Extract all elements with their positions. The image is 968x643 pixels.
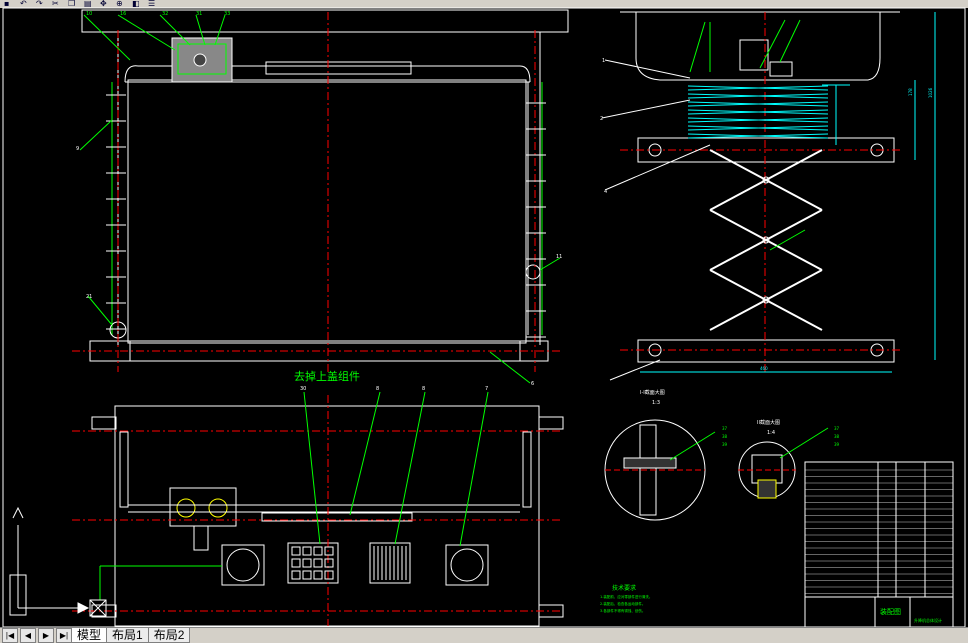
keypad-key bbox=[291, 558, 301, 568]
front-view bbox=[72, 9, 569, 375]
balloon-7: 7 bbox=[485, 386, 488, 392]
tab-model[interactable]: 模型 bbox=[71, 628, 108, 643]
detail-2-title: II截面大图 bbox=[757, 419, 780, 426]
dim-side-height: 1026 bbox=[928, 87, 933, 98]
next-tab-button[interactable]: ▶ bbox=[38, 628, 54, 643]
first-tab-button[interactable]: |◀ bbox=[2, 628, 18, 643]
balloon-31: 31 bbox=[196, 11, 202, 17]
front-leaders bbox=[79, 14, 561, 384]
balloon-1: 1 bbox=[602, 58, 605, 64]
dim-side-width: 460 bbox=[760, 366, 768, 371]
detail-balloon-c: 39 bbox=[722, 442, 728, 447]
plan-leaders bbox=[99, 391, 489, 600]
balloon-30: 30 bbox=[300, 386, 306, 392]
detail-view-2 bbox=[738, 427, 829, 499]
tech-requirements-title: 技术要求 bbox=[612, 584, 636, 592]
dim-side-top: 178 bbox=[908, 88, 913, 96]
keypad-key bbox=[313, 558, 323, 568]
balloon-6: 6 bbox=[531, 381, 534, 387]
bellows bbox=[687, 85, 829, 139]
keypad-key bbox=[313, 546, 323, 556]
balloon-11: 11 bbox=[556, 254, 562, 260]
balloon-16: 16 bbox=[120, 11, 126, 17]
balloon-21: 21 bbox=[86, 294, 92, 300]
tech-requirement-2: 2.装配后，检查各运动部件。 bbox=[600, 601, 645, 606]
balloon-4: 4 bbox=[604, 189, 607, 195]
last-tab-button[interactable]: ▶| bbox=[56, 628, 72, 643]
keypad-key bbox=[324, 570, 334, 580]
detail-balloon-b: 38 bbox=[722, 434, 728, 439]
annotation-remove-cover: 去掉上盖组件 bbox=[294, 369, 360, 383]
balloon-2: 2 bbox=[600, 116, 603, 122]
scissor-arms bbox=[709, 149, 823, 331]
tech-requirement-1: 1.装配前，应对零部件进行清洗。 bbox=[600, 594, 652, 599]
prev-tab-button[interactable]: ◀ bbox=[20, 628, 36, 643]
ucs-icon bbox=[9, 506, 107, 617]
keypad-grid bbox=[291, 546, 407, 580]
tab-layout1[interactable]: 布局1 bbox=[106, 628, 149, 643]
chain-links bbox=[106, 94, 546, 338]
title-block-subtitle: 升降机总体设计 bbox=[914, 617, 942, 623]
detail-1-title: I-I截面大图 bbox=[640, 389, 665, 396]
balloon-10: 10 bbox=[86, 11, 92, 17]
side-leaders bbox=[601, 59, 711, 381]
keypad-key bbox=[302, 546, 312, 556]
keypad-key bbox=[302, 558, 312, 568]
keypad-key bbox=[313, 570, 323, 580]
parts-rows bbox=[805, 469, 953, 594]
keypad-key bbox=[302, 570, 312, 580]
title-block-name: 装配图 bbox=[880, 607, 901, 616]
keypad-key bbox=[291, 570, 301, 580]
side-view bbox=[620, 11, 900, 375]
balloon-8b: 8 bbox=[422, 386, 425, 392]
detail-2-scale: 1:4 bbox=[767, 430, 775, 436]
tab-layout2[interactable]: 布局2 bbox=[147, 628, 191, 643]
plan-view bbox=[72, 395, 564, 627]
detail-1-scale: 1:3 bbox=[652, 400, 660, 406]
drawing-canvas[interactable]: 去掉上盖组件 I-I截面大图 1:3 II截面大图 1:4 技术要求 1.装配前… bbox=[0, 0, 968, 643]
tech-requirement-3: 3.各部件不得有锈蚀、划伤。 bbox=[600, 608, 645, 613]
detail-balloon-d: 37 bbox=[834, 426, 840, 431]
balloon-9: 9 bbox=[76, 146, 79, 152]
keypad-key bbox=[324, 558, 334, 568]
detail-balloon-e: 38 bbox=[834, 434, 840, 439]
detail-balloon-a: 37 bbox=[722, 426, 728, 431]
parts-list bbox=[804, 461, 954, 628]
keypad-key bbox=[291, 546, 301, 556]
balloon-33: 33 bbox=[224, 11, 230, 17]
balloon-32: 32 bbox=[162, 11, 168, 17]
detail-view-1 bbox=[604, 419, 716, 521]
layout-tab-bar: |◀ ◀ ▶ ▶| 模型 布局1 布局2 bbox=[0, 627, 968, 643]
balloon-8a: 8 bbox=[376, 386, 379, 392]
keypad-key bbox=[324, 546, 334, 556]
detail-balloon-f: 39 bbox=[834, 442, 840, 447]
drawing-frame bbox=[2, 7, 966, 628]
